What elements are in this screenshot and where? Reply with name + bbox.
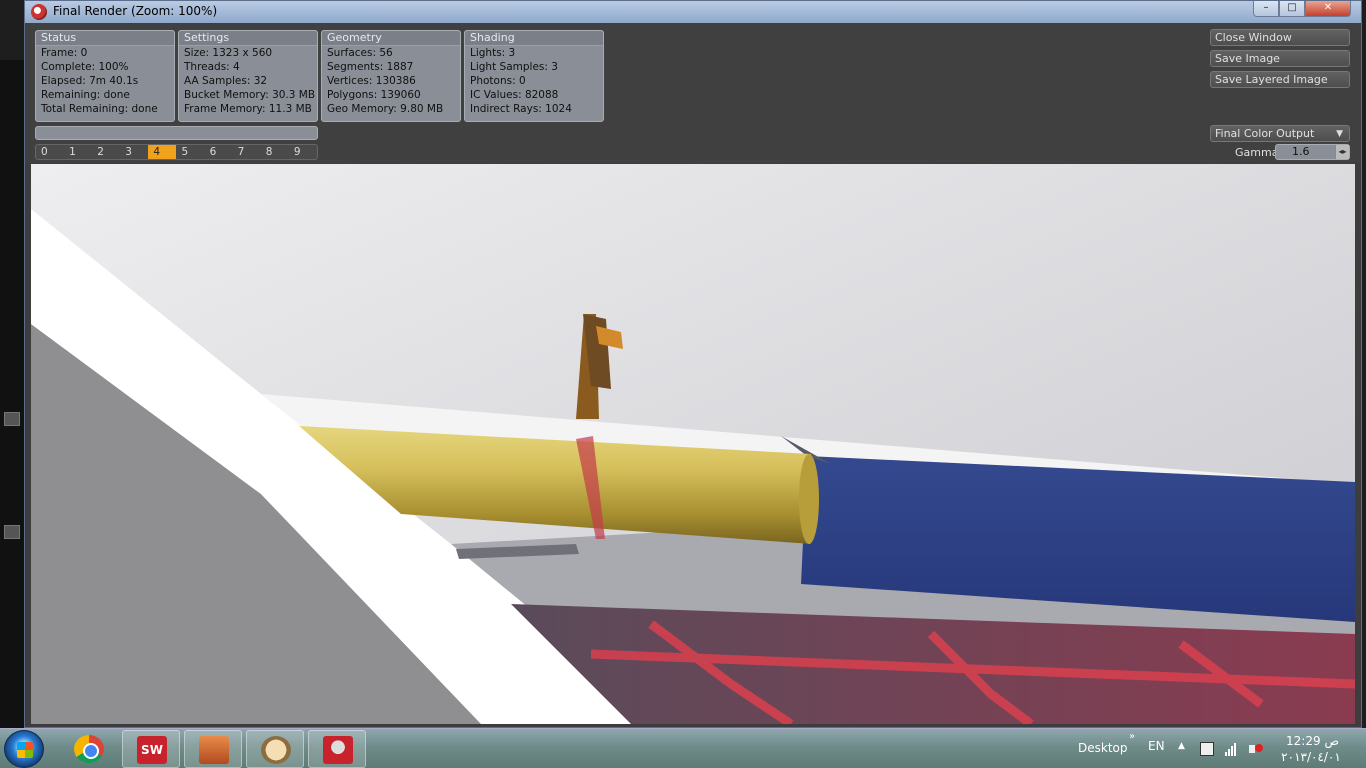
background-tab-marker[interactable] <box>4 525 20 539</box>
taskbar-chrome[interactable] <box>60 730 118 768</box>
show-hidden-icons-icon[interactable]: ▲ <box>1178 741 1185 751</box>
geometry-panel-header: Geometry <box>322 31 460 46</box>
buffer-slot-0[interactable]: 0 <box>36 145 64 159</box>
save-image-button[interactable]: Save Image <box>1210 50 1350 67</box>
render-app-icon <box>31 4 47 20</box>
language-indicator[interactable]: EN <box>1148 739 1165 753</box>
status-panel-header: Status <box>36 31 174 46</box>
gamma-value: 1.6 <box>1292 145 1310 158</box>
shading-photons: Photons: 0 <box>470 75 526 87</box>
shading-lights: Lights: 3 <box>470 47 516 59</box>
buffer-selector: 0 1 2 3 4 5 6 7 8 9 <box>35 144 318 160</box>
render-progress-bar <box>35 126 318 140</box>
buffer-slot-7[interactable]: 7 <box>233 145 261 159</box>
taskbar-paint[interactable] <box>246 730 304 768</box>
shading-panel-header: Shading <box>465 31 603 46</box>
save-layered-image-button[interactable]: Save Layered Image <box>1210 71 1350 88</box>
status-remaining: Remaining: done <box>41 89 130 101</box>
close-window-button[interactable]: Close Window <box>1210 29 1350 46</box>
windows-flag-icon <box>17 742 33 758</box>
status-complete: Complete: 100% <box>41 61 129 73</box>
action-center-flag-icon[interactable] <box>1200 742 1214 756</box>
render-app-icon <box>199 736 229 764</box>
status-total-remaining: Total Remaining: done <box>41 103 158 115</box>
gamma-input[interactable]: 1.6 ◂▸ <box>1275 144 1350 160</box>
solidworks-render-icon <box>323 736 353 764</box>
screen: Final Render (Zoom: 100%) – □ ✕ Status F… <box>0 0 1366 768</box>
buffer-slot-1[interactable]: 1 <box>64 145 92 159</box>
gamma-label: Gamma <box>1235 146 1279 159</box>
settings-panel-header: Settings <box>179 31 317 46</box>
brass-tube-end <box>799 454 819 544</box>
settings-threads: Threads: 4 <box>184 61 240 73</box>
geometry-polygons: Polygons: 139060 <box>327 89 421 101</box>
shading-panel: Shading Lights: 3 Light Samples: 3 Photo… <box>464 30 604 122</box>
background-tab-marker[interactable] <box>4 412 20 426</box>
geometry-surfaces: Surfaces: 56 <box>327 47 393 59</box>
output-select[interactable]: Final Color Output ▼ <box>1210 125 1350 142</box>
shading-light-samples: Light Samples: 3 <box>470 61 558 73</box>
settings-aa-samples: AA Samples: 32 <box>184 75 268 87</box>
buffer-slot-8[interactable]: 8 <box>261 145 289 159</box>
buffer-slot-4[interactable]: 4 <box>148 145 177 159</box>
geometry-segments: Segments: 1887 <box>327 61 414 73</box>
status-frame: Frame: 0 <box>41 47 88 59</box>
output-select-value: Final Color Output <box>1215 127 1315 140</box>
status-panel: Status Frame: 0 Complete: 100% Elapsed: … <box>35 30 175 122</box>
clock-time[interactable]: 12:29 ص <box>1285 734 1340 748</box>
volume-muted-icon[interactable] <box>1249 742 1263 756</box>
start-button-icon[interactable] <box>4 730 44 768</box>
background-left-strip <box>0 60 24 728</box>
geometry-vertices: Vertices: 130386 <box>327 75 416 87</box>
close-window-x-button[interactable]: ✕ <box>1305 1 1351 17</box>
settings-panel: Settings Size: 1323 x 560 Threads: 4 AA … <box>178 30 318 122</box>
status-elapsed: Elapsed: 7m 40.1s <box>41 75 139 87</box>
render-viewport <box>31 164 1355 724</box>
clock-date[interactable]: ٢٠١٣/٠٤/٠١ <box>1280 750 1342 764</box>
settings-frame-memory: Frame Memory: 11.3 MB <box>184 103 312 115</box>
minimize-button[interactable]: – <box>1253 1 1279 17</box>
taskbar-render-app[interactable] <box>184 730 242 768</box>
buffer-slot-6[interactable]: 6 <box>205 145 233 159</box>
taskbar-solidworks[interactable]: SW <box>122 730 180 768</box>
chevron-down-icon: ▼ <box>1336 129 1343 139</box>
rendered-image <box>31 164 1355 724</box>
maximize-button[interactable]: □ <box>1279 1 1305 17</box>
buffer-slot-9[interactable]: 9 <box>289 145 317 159</box>
window-titlebar[interactable]: Final Render (Zoom: 100%) – □ ✕ <box>25 1 1361 23</box>
buffer-slot-2[interactable]: 2 <box>92 145 120 159</box>
geometry-geo-memory: Geo Memory: 9.80 MB <box>327 103 444 115</box>
network-signal-icon[interactable] <box>1225 742 1239 756</box>
settings-size: Size: 1323 x 560 <box>184 47 273 59</box>
taskbar: SW Desktop » EN ▲ 12:29 ص ٢٠١٣/٠٤/٠١ <box>0 728 1366 768</box>
render-info-area: Status Frame: 0 Complete: 100% Elapsed: … <box>25 23 1361 163</box>
buffer-slot-5[interactable]: 5 <box>176 145 204 159</box>
final-render-window: Final Render (Zoom: 100%) – □ ✕ Status F… <box>24 0 1362 728</box>
geometry-panel: Geometry Surfaces: 56 Segments: 1887 Ver… <box>321 30 461 122</box>
taskbar-solidworks-render[interactable] <box>308 730 366 768</box>
shading-indirect-rays: Indirect Rays: 1024 <box>470 103 572 115</box>
buffer-slot-3[interactable]: 3 <box>120 145 148 159</box>
solidworks-icon: SW <box>137 736 167 764</box>
desktop-toolbar-label[interactable]: Desktop <box>1078 741 1128 755</box>
window-title: Final Render (Zoom: 100%) <box>53 4 218 18</box>
chrome-icon <box>74 735 104 763</box>
chevron-right-icon[interactable]: » <box>1129 731 1135 742</box>
gamma-stepper-icon[interactable]: ◂▸ <box>1335 145 1349 159</box>
settings-bucket-memory: Bucket Memory: 30.3 MB <box>184 89 316 101</box>
paint-icon <box>261 736 291 764</box>
shading-ic-values: IC Values: 82088 <box>470 89 559 101</box>
